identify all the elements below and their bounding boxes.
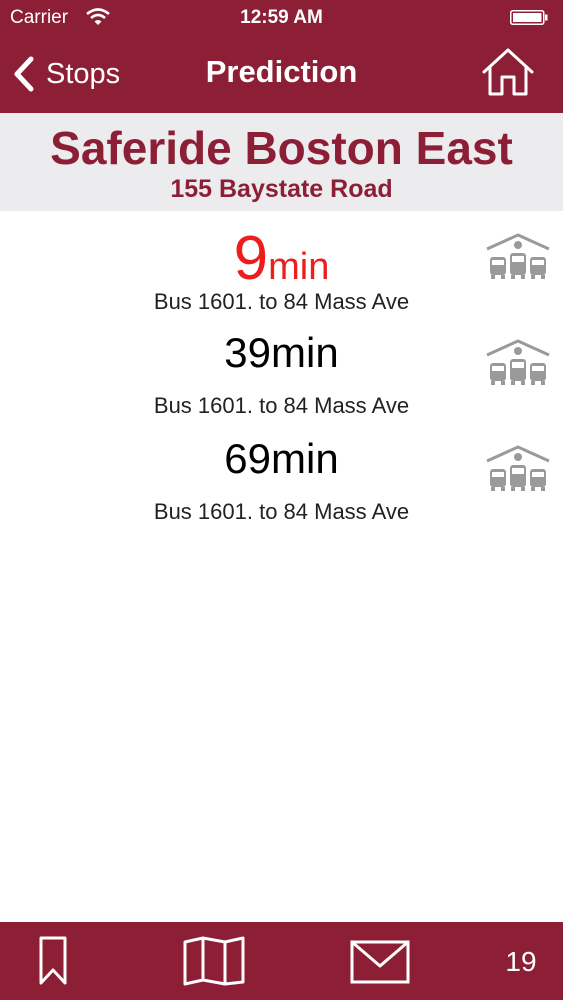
- bus-depot-icon: [486, 445, 550, 491]
- prediction-time: 9min: [0, 223, 563, 294]
- prediction-row[interactable]: 39min Bus 1601. to 84 Mass Ave: [0, 317, 563, 423]
- bookmark-icon: [39, 936, 67, 985]
- map-tab[interactable]: [183, 936, 245, 986]
- prediction-time: 39min: [0, 329, 563, 377]
- bus-depot-icon: [486, 339, 550, 385]
- battery-icon: [510, 10, 548, 25]
- minutes-unit: min: [271, 329, 339, 376]
- navigation-bar: Stops Prediction: [0, 36, 563, 113]
- route-description: Bus 1601. to 84 Mass Ave: [153, 289, 410, 314]
- stop-name: Saferide Boston East: [50, 122, 513, 174]
- item-count: 19: [505, 946, 537, 977]
- stop-header: Saferide Boston East 155 Baystate Road: [0, 113, 563, 211]
- top-bar: Carrier 12:59 AM Stops Prediction: [0, 0, 563, 113]
- minutes-value: 39: [224, 329, 272, 376]
- prediction-list: 9min Bus 1601. to 84 Mass Ave 39min Bus …: [0, 211, 563, 529]
- bus-depot-icon: [486, 233, 550, 279]
- status-time: 12:59 AM: [240, 7, 323, 28]
- tab-bar: 19: [0, 922, 563, 1000]
- bookmark-tab[interactable]: [38, 936, 68, 986]
- stop-address: 155 Baystate Road: [170, 175, 393, 203]
- minutes-unit: min: [271, 435, 339, 482]
- route-description: Bus 1601. to 84 Mass Ave: [153, 499, 410, 524]
- page-title: Prediction: [205, 54, 358, 89]
- mail-tab[interactable]: [350, 936, 410, 986]
- mail-icon: [350, 940, 410, 984]
- status-bar: Carrier 12:59 AM: [0, 0, 563, 36]
- route-description: Bus 1601. to 84 Mass Ave: [153, 393, 410, 418]
- map-icon: [183, 936, 245, 986]
- prediction-row[interactable]: 9min Bus 1601. to 84 Mass Ave: [0, 211, 563, 317]
- minutes-unit: min: [268, 246, 330, 288]
- home-icon[interactable]: [480, 46, 536, 98]
- minutes-value: 69: [224, 435, 272, 482]
- prediction-row[interactable]: 69min Bus 1601. to 84 Mass Ave: [0, 423, 563, 529]
- minutes-value: 9: [233, 224, 269, 293]
- prediction-time: 69min: [0, 435, 563, 483]
